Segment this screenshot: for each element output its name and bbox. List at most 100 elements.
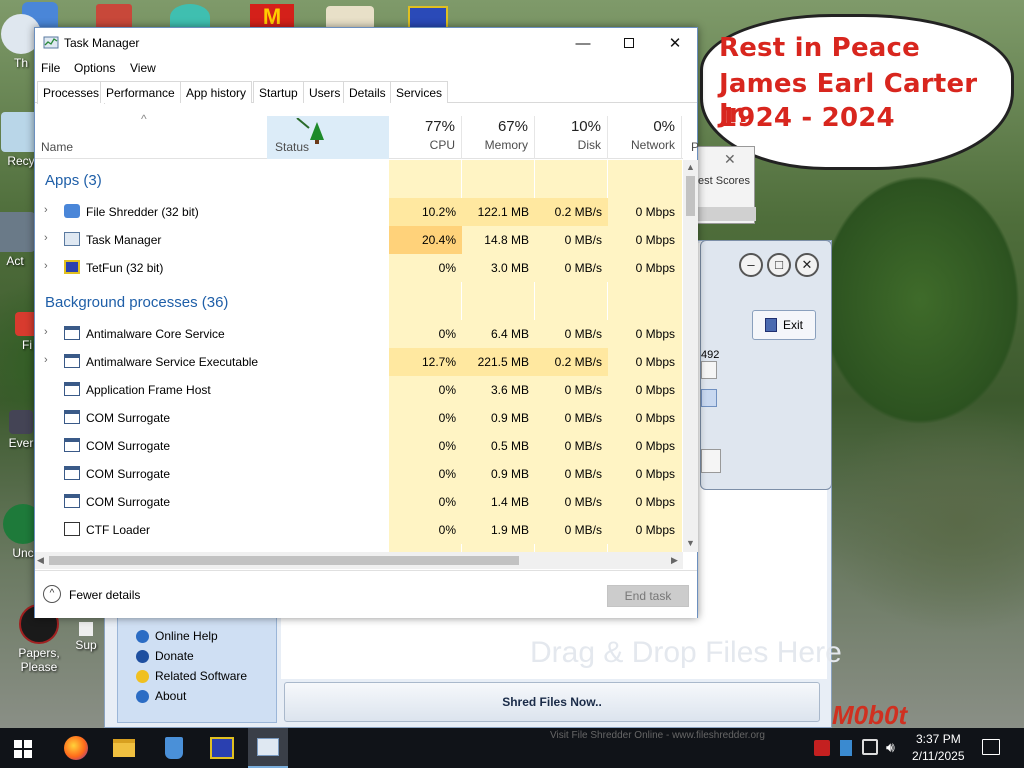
footer-bar: ^ Fewer details End task (35, 570, 697, 618)
title-bar[interactable]: Task Manager — ✕ (35, 28, 697, 58)
process-disk-value: 0.2 MB/s (535, 198, 608, 226)
task-manager-taskbar-icon[interactable] (248, 728, 288, 768)
expand-chevron-icon[interactable]: › (44, 354, 48, 366)
process-memory-value: 1.4 MB (462, 488, 535, 516)
group-apps[interactable]: Apps (3) (45, 172, 102, 189)
network-icon[interactable] (862, 739, 878, 755)
expand-chevron-icon[interactable]: › (44, 260, 48, 272)
tab-startup[interactable]: Startup (253, 81, 304, 103)
process-row[interactable]: › Antimalware Service Executable 12.7% 221.… (36, 348, 682, 376)
process-memory-value: 6.4 MB (462, 320, 535, 348)
expand-chevron-icon[interactable]: › (44, 232, 48, 244)
drag-drop-hint: Drag & Drop Files Here (530, 636, 842, 669)
process-network-value: 0 Mbps (608, 488, 681, 516)
end-task-button[interactable]: End task (607, 585, 689, 607)
tray-app-icon[interactable] (814, 740, 830, 756)
process-network-value: 0 Mbps (608, 460, 681, 488)
shredder-dialog: – □ ✕ 492 (700, 240, 832, 490)
desktop-icon[interactable]: Sup (66, 622, 106, 652)
volume-icon[interactable]: 🔊︎ (886, 739, 895, 756)
column-cpu[interactable]: 77% CPU (389, 116, 462, 159)
close-icon[interactable]: ✕ (724, 151, 736, 168)
dialog-field[interactable] (701, 389, 717, 407)
process-row[interactable]: COM Surrogate 0% 0.5 MB 0 MB/s 0 Mbps (36, 432, 682, 460)
column-network[interactable]: 0% Network (608, 116, 682, 159)
process-row[interactable]: › File Shredder (32 bit) 10.2% 122.1 MB 0.2 … (36, 198, 682, 226)
minimize-icon[interactable]: – (739, 253, 763, 277)
fewer-details-link[interactable]: Fewer details (69, 588, 140, 602)
process-row[interactable]: Application Frame Host 0% 3.6 MB 0 MB/s 0 Mb… (36, 376, 682, 404)
memorial-line: Rest in Peace (719, 33, 920, 63)
tab-details[interactable]: Details (343, 81, 392, 103)
menu-view[interactable]: View (130, 61, 156, 75)
windows-start-icon[interactable] (14, 740, 32, 758)
clock-date[interactable]: 2/11/2025 (912, 749, 965, 763)
process-disk-value: 0 MB/s (535, 226, 608, 254)
process-network-value: 0 Mbps (608, 432, 681, 460)
process-disk-value: 0 MB/s (535, 516, 608, 544)
scroll-down-icon[interactable]: ▼ (686, 538, 695, 548)
chevron-up-icon[interactable]: ^ (43, 585, 61, 603)
close-button[interactable]: ✕ (652, 28, 698, 58)
column-name[interactable]: Name (41, 140, 73, 154)
close-icon[interactable]: ✕ (795, 253, 819, 277)
process-row[interactable]: CTF Loader 0% 1.9 MB 0 MB/s 0 Mbps (36, 516, 682, 544)
battery-icon[interactable] (840, 740, 852, 756)
tab-users[interactable]: Users (303, 81, 347, 103)
maximize-icon[interactable]: □ (767, 253, 791, 277)
expand-chevron-icon[interactable]: › (44, 204, 48, 216)
group-background-processes[interactable]: Background processes (36) (45, 294, 228, 311)
donate-link[interactable]: Donate (136, 647, 194, 665)
scroll-up-icon[interactable]: ▲ (686, 162, 695, 172)
tab-processes[interactable]: Processes (37, 81, 106, 104)
scroll-left-icon[interactable]: ◀ (37, 555, 44, 566)
dialog-field[interactable] (701, 361, 717, 379)
process-memory-value: 3.6 MB (462, 376, 535, 404)
column-power-partial[interactable]: P (691, 140, 699, 154)
scroll-thumb[interactable] (49, 556, 519, 565)
process-row[interactable]: COM Surrogate 0% 1.4 MB 0 MB/s 0 Mbps (36, 488, 682, 516)
process-disk-value: 0 MB/s (535, 404, 608, 432)
expand-chevron-icon[interactable]: › (44, 326, 48, 338)
related-software-link[interactable]: Related Software (136, 667, 247, 685)
scroll-thumb[interactable] (686, 176, 695, 216)
process-row[interactable]: › Task Manager 20.4% 14.8 MB 0 MB/s 0 Mbps (36, 226, 682, 254)
column-status[interactable]: Status (267, 116, 389, 159)
firefox-icon[interactable] (56, 734, 96, 762)
tab-app-history[interactable]: App history (180, 81, 253, 103)
scroll-right-icon[interactable]: ▶ (671, 555, 678, 566)
file-explorer-icon[interactable] (104, 734, 144, 762)
clock-time[interactable]: 3:37 PM (916, 732, 961, 746)
menu-options[interactable]: Options (74, 61, 115, 75)
menu-file[interactable]: File (41, 61, 60, 75)
vertical-scrollbar[interactable]: ▲ ▼ (683, 160, 698, 552)
dialog-button[interactable] (701, 449, 721, 473)
process-network-value: 0 Mbps (608, 254, 681, 282)
process-row[interactable]: › Antimalware Core Service 0% 6.4 MB 0 MB/s 0… (36, 320, 682, 348)
process-row[interactable]: COM Surrogate 0% 0.9 MB 0 MB/s 0 Mbps (36, 404, 682, 432)
maximize-button[interactable] (606, 28, 652, 58)
shred-files-button[interactable]: Shred Files Now.. (284, 682, 820, 722)
process-row[interactable]: › TetFun (32 bit) 0% 3.0 MB 0 MB/s 0 Mbps (36, 254, 682, 282)
process-memory-value: 122.1 MB (462, 198, 535, 226)
exit-icon (764, 318, 777, 332)
column-disk[interactable]: 10% Disk (535, 116, 608, 159)
about-link[interactable]: About (136, 687, 186, 705)
process-network-value: 0 Mbps (608, 516, 681, 544)
minimize-button[interactable]: — (560, 28, 606, 58)
tetfun-taskbar-icon[interactable] (202, 734, 242, 762)
process-row[interactable]: COM Surrogate 0% 0.9 MB 0 MB/s 0 Mbps (36, 460, 682, 488)
task-manager-window: Task Manager — ✕ File Options View Proce… (34, 27, 699, 618)
column-memory[interactable]: 67% Memory (462, 116, 535, 159)
file-shredder-taskbar-icon[interactable] (154, 734, 194, 762)
horizontal-scrollbar[interactable]: ◀ ▶ (35, 552, 683, 569)
tab-services[interactable]: Services (390, 81, 449, 103)
process-disk-value: 0 MB/s (535, 376, 608, 404)
process-memory-value: 1.9 MB (462, 516, 535, 544)
notifications-icon[interactable] (982, 739, 1000, 755)
online-help-link[interactable]: Online Help (136, 627, 218, 645)
process-disk-value: 0 MB/s (535, 320, 608, 348)
process-name: COM Surrogate (86, 411, 171, 425)
tab-performance[interactable]: Performance (100, 81, 181, 103)
exit-button[interactable]: Exit (752, 310, 816, 340)
